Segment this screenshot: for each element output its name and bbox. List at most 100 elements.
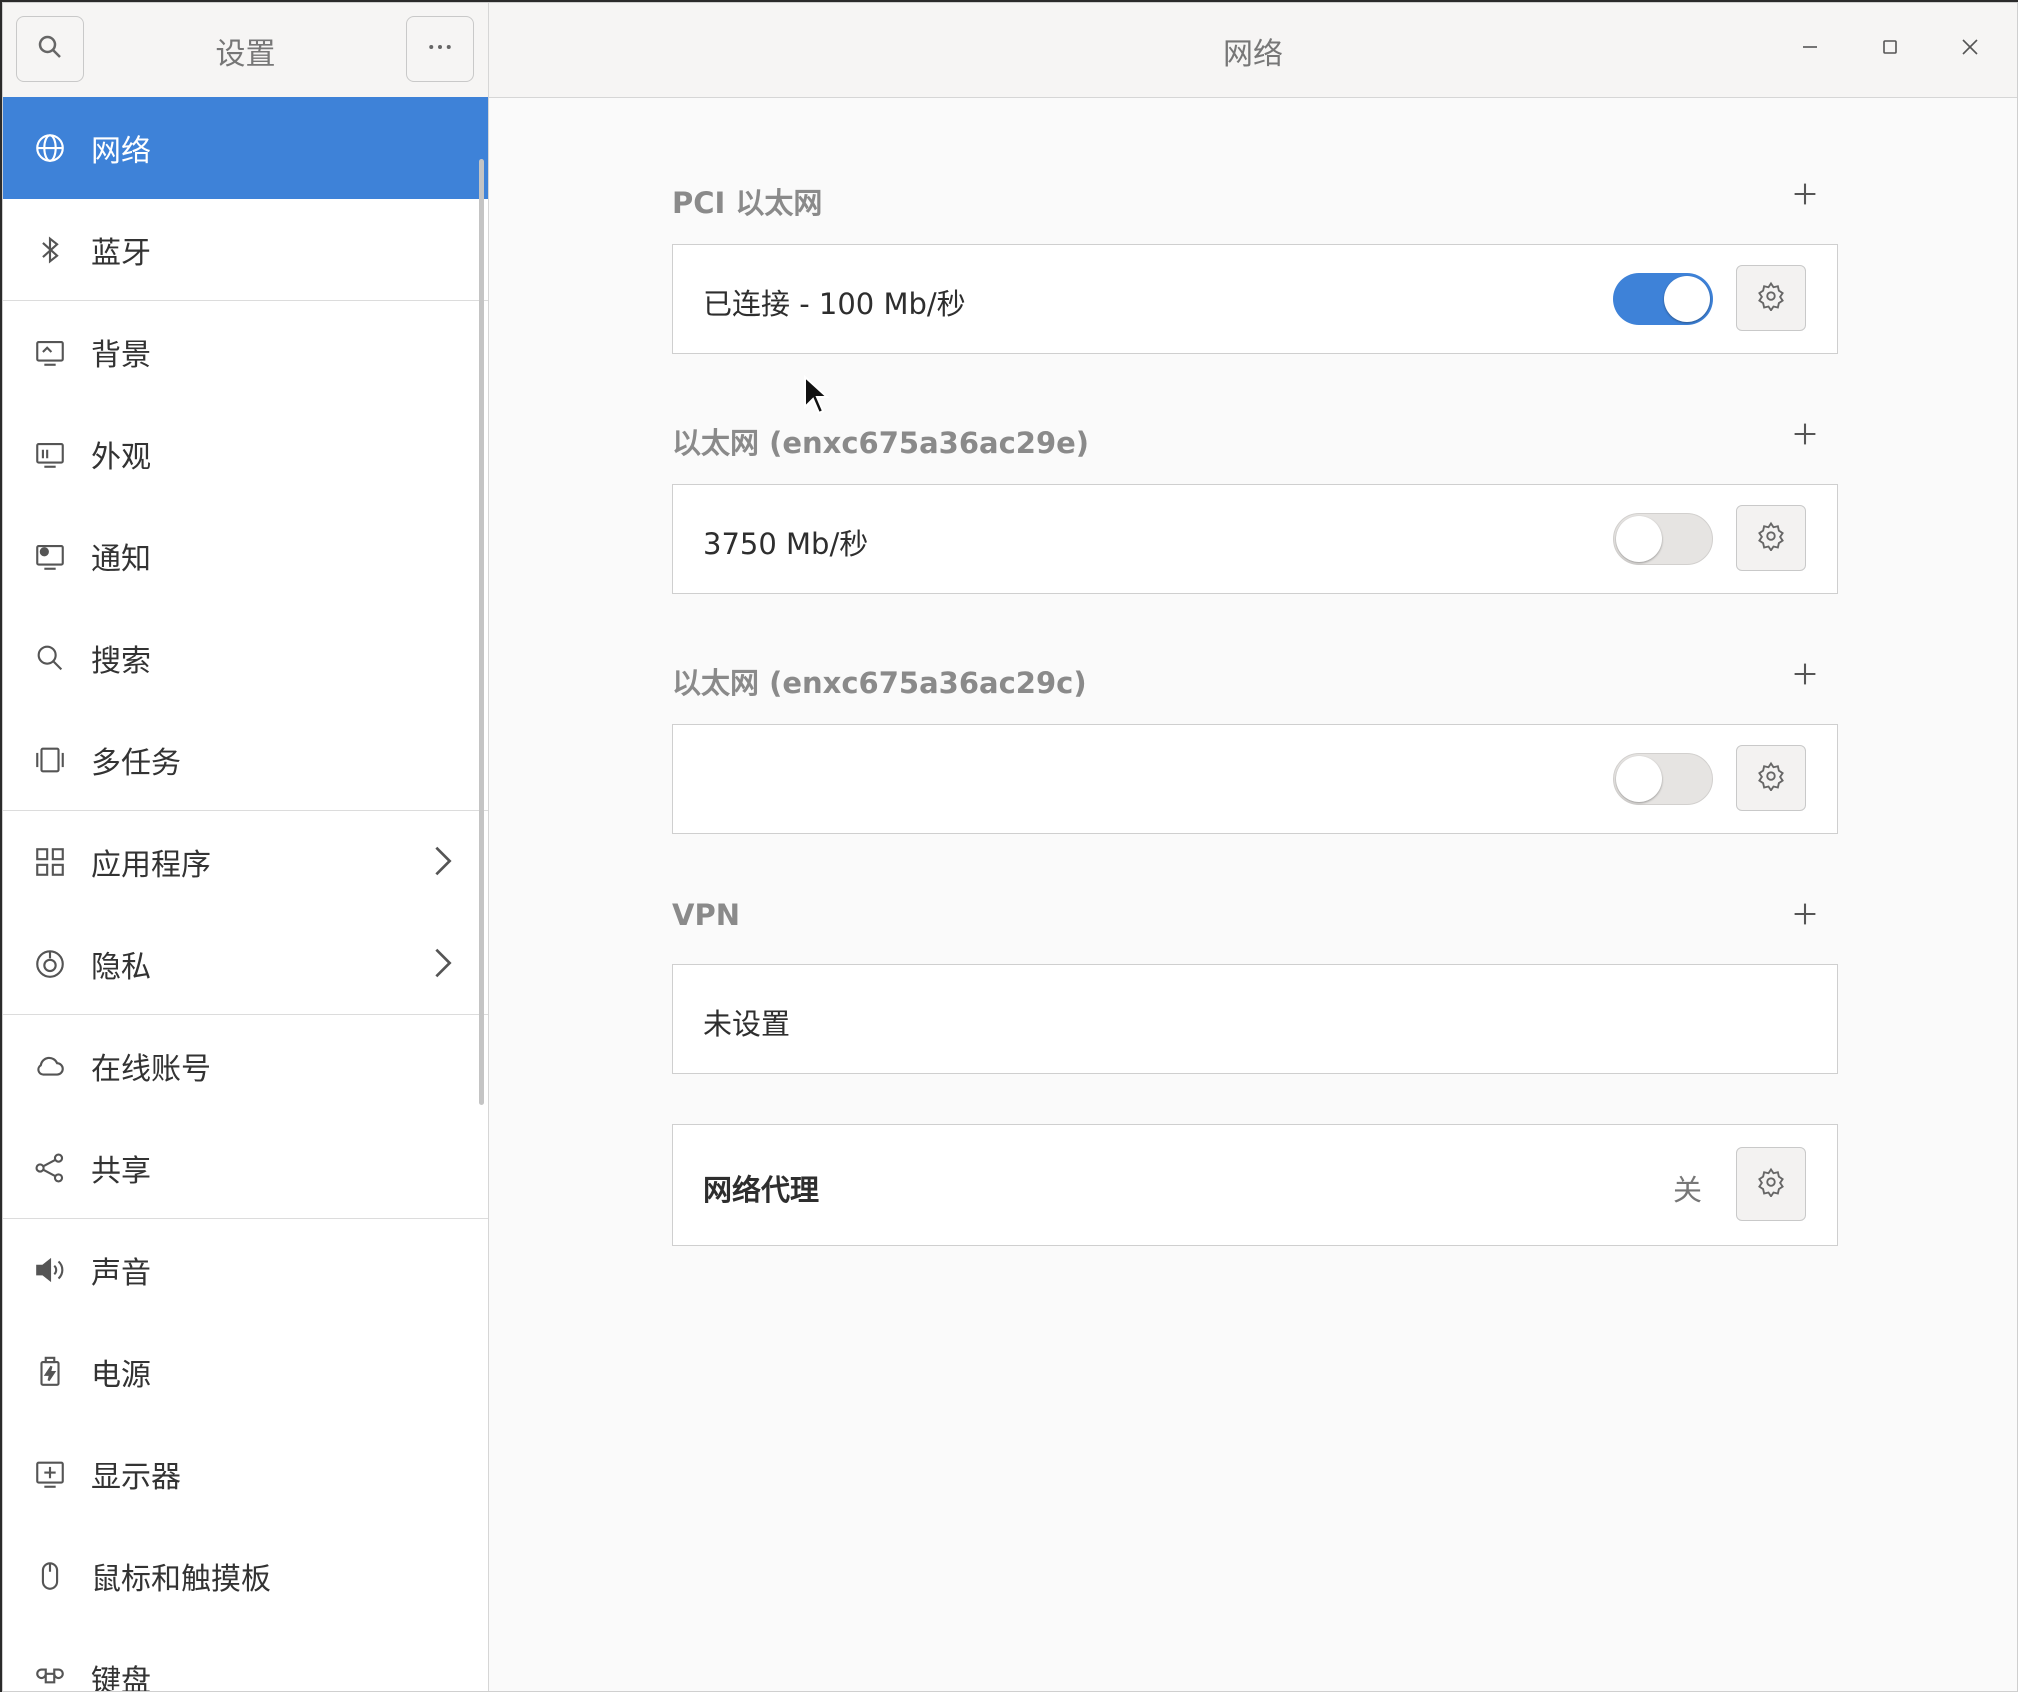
section-title-pci-ethernet: PCI 以太网 (672, 186, 823, 220)
cloud-icon (33, 1049, 67, 1083)
section-title-ethernet-2: 以太网 (enxc675a36ac29c) (672, 666, 1087, 700)
display-icon (33, 1457, 67, 1491)
toggle-knob (1664, 276, 1710, 322)
sidebar-item-sharing[interactable]: 共享 (3, 1117, 488, 1219)
gear-icon (1756, 521, 1786, 555)
appearance-icon (33, 437, 67, 471)
connection-settings-button[interactable] (1736, 505, 1806, 571)
chevron-right-icon (433, 844, 453, 886)
toggle-knob (1616, 516, 1662, 562)
maximize-icon (1880, 37, 1900, 61)
connection-card-pci: 已连接 - 100 Mb/秒 (672, 244, 1838, 354)
section-title-ethernet-1: 以太网 (enxc675a36ac29e) (672, 426, 1090, 460)
plus-icon (1792, 181, 1818, 211)
plus-icon (1792, 661, 1818, 691)
mouse-icon (33, 1559, 67, 1593)
sidebar-item-mouse[interactable]: 鼠标和触摸板 (3, 1525, 488, 1627)
mouse-cursor-icon (803, 374, 831, 419)
sidebar-item-label: 电源 (91, 1358, 151, 1393)
gear-icon (1756, 761, 1786, 795)
sidebar-item-sound[interactable]: 声音 (3, 1219, 488, 1321)
connection-status: 3750 Mb/秒 (703, 527, 869, 561)
notification-icon (33, 539, 67, 573)
connection-status: 已连接 - 100 Mb/秒 (703, 287, 966, 321)
sidebar-item-online-accounts[interactable]: 在线账号 (3, 1015, 488, 1117)
sidebar-item-label: 通知 (91, 542, 151, 577)
add-vpn-button[interactable] (1785, 896, 1825, 936)
network-proxy-card[interactable]: 网络代理 关 (672, 1124, 1838, 1246)
vpn-status: 未设置 (703, 1007, 791, 1041)
gear-icon (1756, 1167, 1786, 1201)
plus-icon (1792, 421, 1818, 451)
sidebar-item-label: 在线账号 (91, 1052, 211, 1087)
sidebar-item-notifications[interactable]: 通知 (3, 505, 488, 607)
more-horizontal-icon (425, 32, 455, 66)
sidebar-item-label: 隐私 (91, 949, 151, 985)
sidebar-item-label: 声音 (91, 1256, 151, 1291)
maximize-button[interactable] (1870, 29, 1910, 69)
search-icon (33, 641, 67, 675)
sidebar-item-background[interactable]: 背景 (3, 301, 488, 403)
proxy-settings-button[interactable] (1736, 1147, 1806, 1221)
plus-icon (1792, 901, 1818, 931)
multitasking-icon (33, 743, 67, 777)
sidebar-item-search[interactable]: 搜索 (3, 607, 488, 709)
sidebar-item-display[interactable]: 显示器 (3, 1423, 488, 1525)
power-icon (33, 1355, 67, 1389)
add-connection-button[interactable] (1785, 416, 1825, 456)
speaker-icon (33, 1253, 67, 1287)
sidebar: 设置 网络 蓝牙 背景 外观 通知 搜索 多任务 应用程序 隐私 在线账号 共享… (3, 3, 489, 1691)
main-header: 网络 (489, 3, 2017, 98)
bluetooth-icon (33, 233, 67, 267)
sidebar-item-bluetooth[interactable]: 蓝牙 (3, 199, 488, 301)
sidebar-item-apps[interactable]: 应用程序 (3, 811, 488, 913)
sidebar-item-label: 显示器 (91, 1460, 181, 1495)
privacy-icon (33, 947, 67, 981)
add-connection-button[interactable] (1785, 176, 1825, 216)
sidebar-item-label: 鼠标和触摸板 (91, 1562, 271, 1597)
share-icon (33, 1151, 67, 1185)
sidebar-item-label: 键盘 (91, 1664, 151, 1692)
page-title: 网络 (1223, 37, 1283, 72)
keyboard-icon (33, 1661, 67, 1691)
section-title-vpn: VPN (672, 898, 740, 932)
sidebar-item-label: 应用程序 (91, 848, 211, 883)
sidebar-scrollbar[interactable] (479, 159, 484, 1105)
proxy-label: 网络代理 (703, 1173, 820, 1207)
sidebar-item-label: 共享 (91, 1153, 151, 1189)
connection-toggle[interactable] (1613, 273, 1713, 325)
connection-card-ethernet-1: 3750 Mb/秒 (672, 484, 1838, 594)
background-icon (33, 335, 67, 369)
sidebar-item-privacy[interactable]: 隐私 (3, 913, 488, 1015)
minimize-icon (1800, 37, 1820, 61)
sidebar-item-label: 外观 (91, 440, 151, 475)
sidebar-item-keyboard[interactable]: 键盘 (3, 1627, 488, 1692)
connection-settings-button[interactable] (1736, 265, 1806, 331)
chevron-right-icon (433, 946, 453, 988)
vpn-card: 未设置 (672, 964, 1838, 1074)
close-button[interactable] (1950, 29, 1990, 69)
connection-toggle[interactable] (1613, 753, 1713, 805)
sidebar-item-label: 搜索 (91, 644, 151, 679)
sidebar-item-label: 蓝牙 (91, 235, 151, 271)
connection-toggle[interactable] (1613, 513, 1713, 565)
sidebar-item-label: 背景 (91, 338, 151, 373)
settings-window: 设置 网络 蓝牙 背景 外观 通知 搜索 多任务 应用程序 隐私 在线账号 共享… (2, 2, 2018, 1692)
proxy-state: 关 (1673, 1173, 1703, 1207)
sidebar-item-multitasking[interactable]: 多任务 (3, 709, 488, 811)
sidebar-header: 设置 (3, 3, 488, 98)
connection-settings-button[interactable] (1736, 745, 1806, 811)
sidebar-item-power[interactable]: 电源 (3, 1321, 488, 1423)
add-connection-button[interactable] (1785, 656, 1825, 696)
minimize-button[interactable] (1790, 29, 1830, 69)
sidebar-item-label: 多任务 (91, 745, 181, 781)
sidebar-item-network[interactable]: 网络 (3, 97, 488, 199)
toggle-knob (1616, 756, 1662, 802)
connection-card-ethernet-2 (672, 724, 1838, 834)
network-icon (33, 131, 67, 165)
sidebar-item-appearance[interactable]: 外观 (3, 403, 488, 505)
close-icon (1960, 37, 1980, 61)
apps-icon (33, 845, 67, 879)
sidebar-item-label: 网络 (91, 134, 151, 169)
menu-button[interactable] (406, 16, 474, 82)
